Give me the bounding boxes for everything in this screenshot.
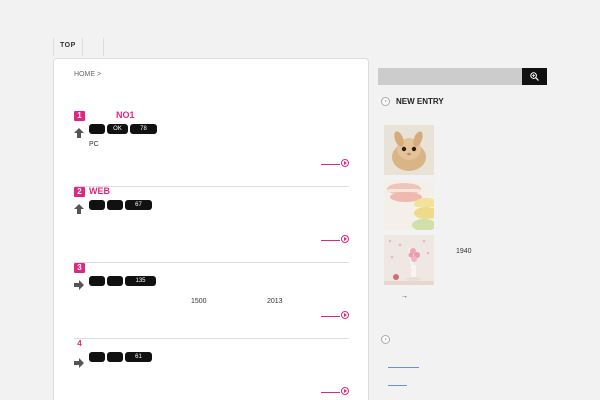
breadcrumb: HOME > [74, 71, 101, 78]
tag[interactable] [89, 200, 105, 210]
tag-list: 67 [89, 200, 152, 210]
trend-right-icon [74, 280, 84, 290]
tag-count[interactable]: 67 [125, 200, 152, 210]
top-nav: TOP [53, 38, 104, 56]
rank-badge: 4 [77, 339, 82, 348]
tag[interactable] [107, 352, 123, 362]
tag-count[interactable]: 61 [125, 352, 152, 362]
nav-tab-top[interactable]: TOP [53, 38, 82, 56]
read-more-link[interactable] [321, 158, 349, 168]
entry-number: 2013 [267, 298, 283, 305]
ranking-entry-1: 1 NO1 OK 78 PC [74, 110, 349, 187]
arrow-right-icon [341, 311, 349, 319]
tag-count[interactable]: 78 [130, 124, 157, 134]
rank-badge: 1 [74, 111, 85, 121]
tag[interactable] [89, 124, 105, 134]
rank-badge: 3 [74, 263, 85, 273]
arrow-right-icon [341, 235, 349, 243]
trend-right-icon [74, 358, 84, 368]
read-more-link[interactable] [321, 310, 349, 320]
read-more-link[interactable] [321, 234, 349, 244]
search-button[interactable] [522, 68, 547, 85]
trend-up-icon [74, 128, 84, 138]
macaron-image [384, 180, 434, 230]
page: TOP HOME > 1 NO1 OK 78 PC 2 WEB 67 3 135… [0, 0, 600, 400]
ranking-entry-2: 2 WEB 67 [74, 186, 349, 263]
tag-list: 61 [89, 352, 152, 362]
main-content: HOME > 1 NO1 OK 78 PC 2 WEB 67 3 135 150… [53, 58, 369, 400]
arrow-text[interactable]: → [401, 293, 408, 300]
dessert-image [384, 235, 434, 285]
entry-title[interactable]: NO1 [116, 110, 135, 120]
thumbnail-macaron[interactable] [384, 180, 434, 230]
entry-title[interactable]: WEB [89, 186, 110, 196]
thumbnail-bunny[interactable] [384, 125, 434, 175]
circle-arrow-icon [381, 335, 390, 344]
new-entry-heading: NEW ENTRY [381, 97, 444, 106]
entry-description: PC [89, 141, 99, 148]
ranking-entry-4: 4 61 [74, 339, 349, 400]
entry-number: 1500 [191, 298, 207, 305]
circle-arrow-icon [381, 97, 390, 106]
nav-tab-2[interactable] [81, 38, 104, 56]
tag[interactable]: OK [107, 124, 128, 134]
entry-date-text: 1940 [456, 248, 472, 255]
rank-badge: 2 [74, 187, 85, 197]
search-icon [530, 72, 539, 81]
arrow-right-icon [341, 387, 349, 395]
tag[interactable] [89, 352, 105, 362]
bunny-image [384, 125, 434, 175]
read-more-link[interactable] [321, 386, 349, 396]
ranking-entry-3: 3 135 1500 2013 [74, 263, 349, 339]
sidebar-section-heading [381, 335, 396, 344]
search-box [378, 68, 547, 85]
search-input[interactable] [378, 68, 522, 85]
trend-up-icon [74, 204, 84, 214]
tag-list: 135 [89, 276, 156, 286]
breadcrumb-separator: > [96, 71, 102, 78]
thumbnail-dessert[interactable] [384, 235, 434, 285]
tag[interactable] [89, 276, 105, 286]
arrow-right-icon [341, 159, 349, 167]
sidebar-link-2[interactable] [388, 385, 407, 386]
tag[interactable] [107, 200, 123, 210]
tag-count[interactable]: 135 [125, 276, 156, 286]
tag[interactable] [107, 276, 123, 286]
sidebar-link-1[interactable] [388, 367, 419, 368]
breadcrumb-home[interactable]: HOME [74, 71, 95, 78]
tag-list: OK 78 [89, 124, 157, 134]
